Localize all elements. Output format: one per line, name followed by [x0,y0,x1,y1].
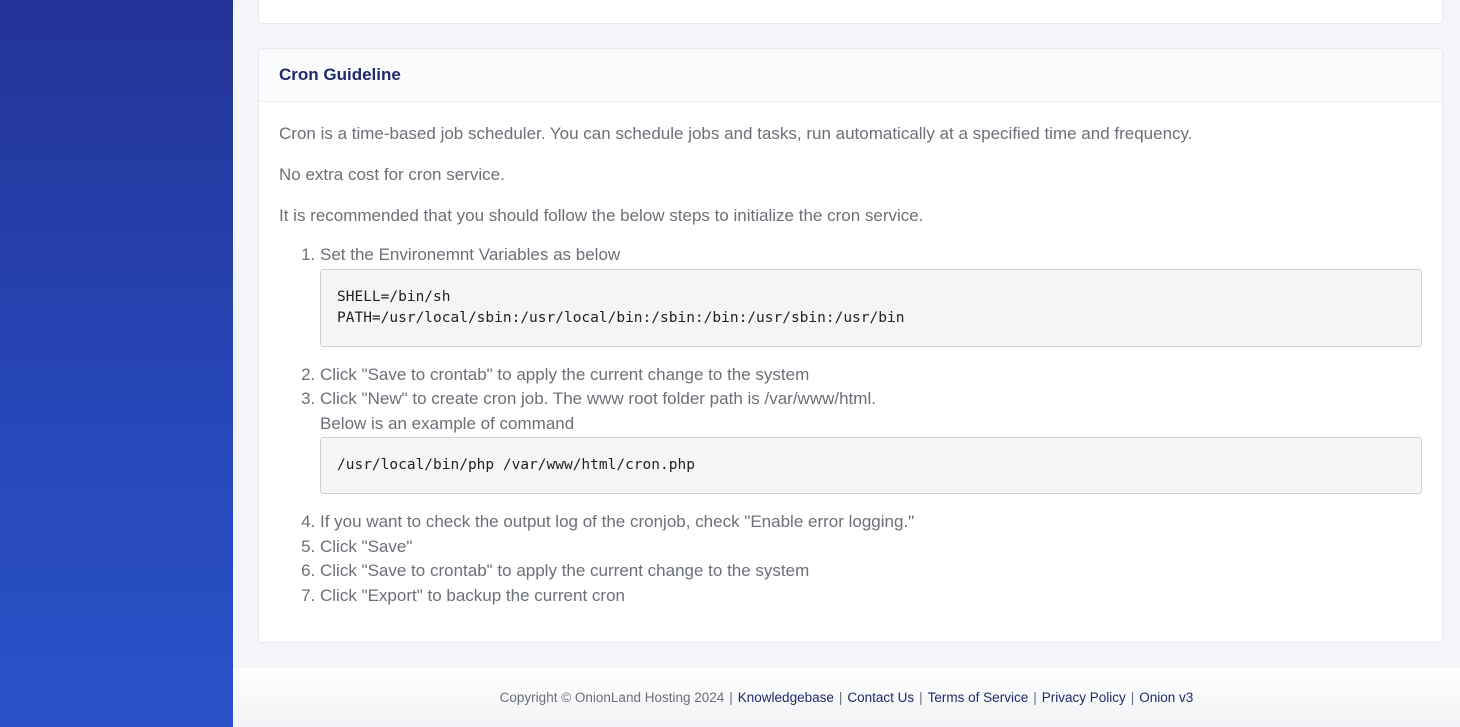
step-text: Click "Save" [320,536,413,556]
knowledgebase-link[interactable]: Knowledgebase [738,690,834,705]
step-item: If you want to check the output log of t… [320,510,1422,535]
step-item: Click "Save" [320,535,1422,560]
env-code-block[interactable]: SHELL=/bin/sh PATH=/usr/local/sbin:/usr/… [320,268,1422,347]
terms-of-service-link[interactable]: Terms of Service [928,690,1029,705]
step-item: Click "New" to create cron job. The www … [320,387,1422,494]
footer-separator: | [1130,690,1135,705]
step-text: Click "New" to create cron job. The www … [320,389,876,408]
step-text: If you want to check the output log of t… [320,512,915,531]
previous-card [258,0,1443,24]
step-text: Set the Environemnt Variables as below [320,245,621,264]
main-content: Cron Guideline Cron is a time-based job … [233,0,1460,727]
step-text: Click "Save to crontab" to apply the cur… [320,364,810,384]
intro-text: Cron is a time-based job scheduler. You … [279,124,1193,143]
cost-text: No extra cost for cron service. [279,165,505,184]
step-text: Below is an example of command [320,413,575,433]
cron-guideline-card: Cron Guideline Cron is a time-based job … [258,48,1443,643]
sidebar [0,0,233,727]
onion-v3-link[interactable]: Onion v3 [1139,690,1193,705]
card-title: Cron Guideline [279,65,401,84]
steps-list: Set the Environemnt Variables as below S… [279,243,1422,608]
step-text: Click "Export" to backup the current cro… [320,585,625,605]
footer-separator: | [919,690,923,705]
privacy-policy-link[interactable]: Privacy Policy [1042,690,1126,705]
footer-separator: | [729,690,733,705]
footer-separator: | [1033,690,1037,705]
code-line: /usr/local/bin/php /var/www/html/cron.ph… [337,457,695,473]
step-text: Click "Save to crontab" to apply the cur… [320,561,810,580]
card-header: Cron Guideline [259,49,1442,102]
copyright-text: Copyright © OnionLand Hosting 2024 [499,690,725,705]
command-code-block[interactable]: /usr/local/bin/php /var/www/html/cron.ph… [320,437,1422,494]
code-line: SHELL=/bin/sh [337,288,451,305]
card-body: Cron is a time-based job scheduler. You … [259,102,1442,608]
step-item: Click "Save to crontab" to apply the cur… [320,363,1422,388]
recommend-text: It is recommended that you should follow… [279,206,924,225]
code-line: PATH=/usr/local/sbin:/usr/local/bin:/sbi… [337,309,905,326]
footer: Copyright © OnionLand Hosting 2024 | Kno… [233,668,1460,727]
step-item: Click "Save to crontab" to apply the cur… [320,559,1422,584]
step-item: Set the Environemnt Variables as below S… [320,243,1422,347]
step-item: Click "Export" to backup the current cro… [320,584,1422,609]
footer-separator: | [838,690,843,705]
contact-us-link[interactable]: Contact Us [847,690,914,705]
